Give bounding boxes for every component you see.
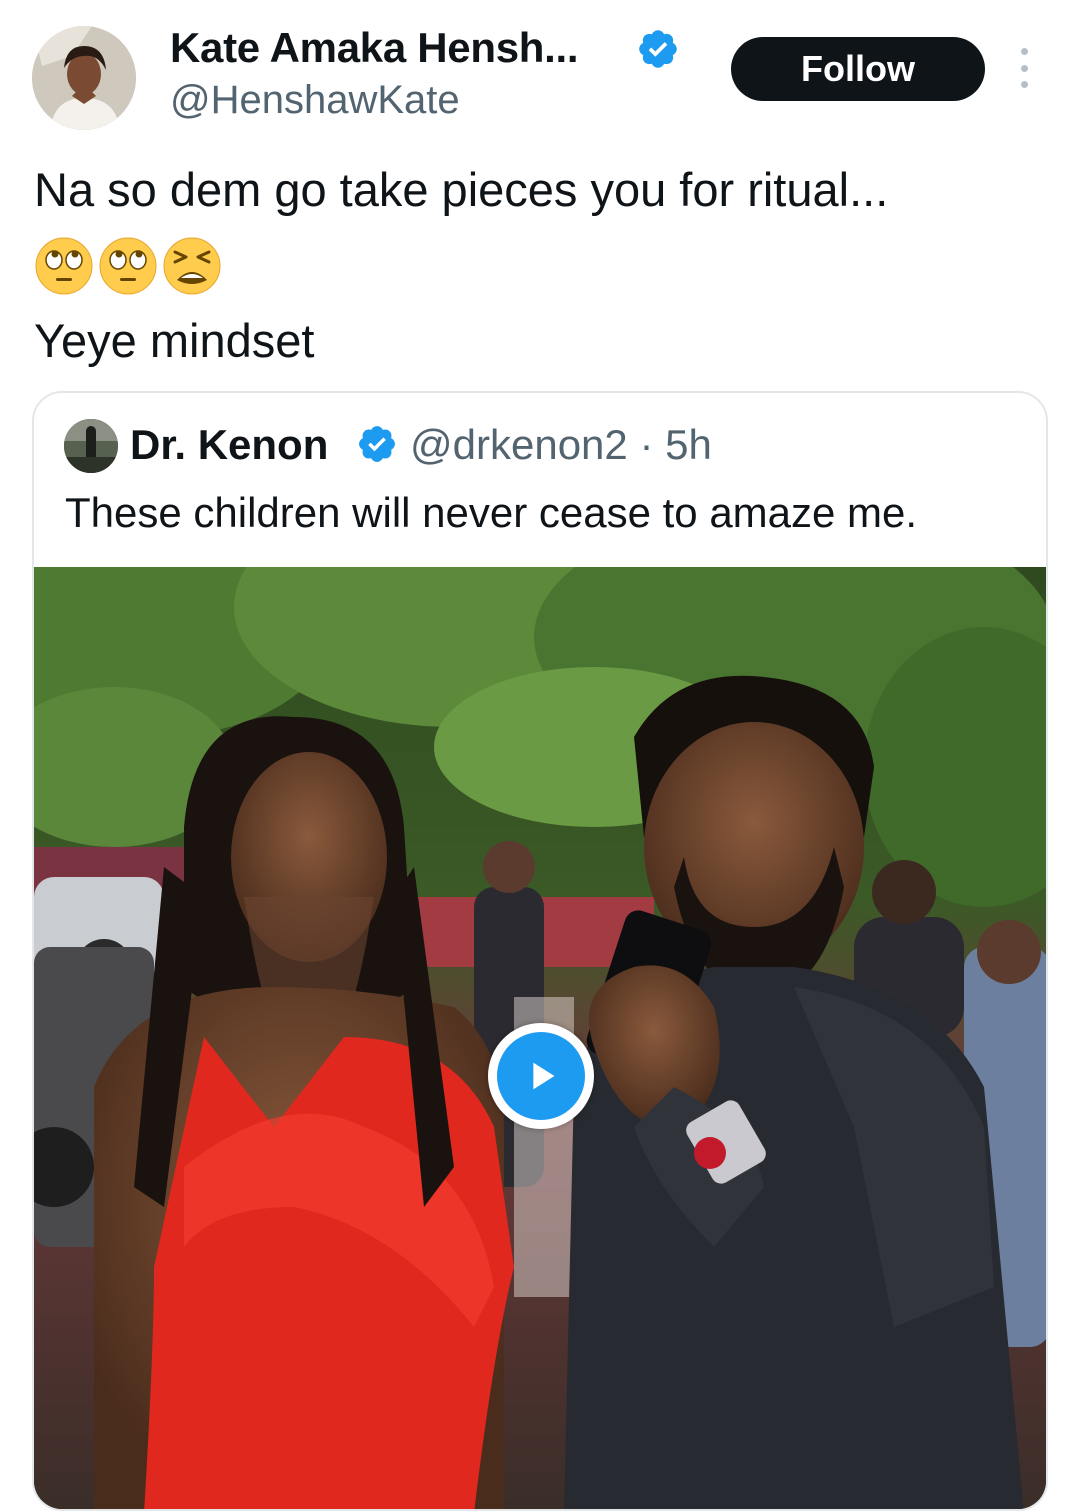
play-icon <box>497 1032 585 1120</box>
author-avatar[interactable] <box>32 26 136 130</box>
verified-badge-icon <box>359 426 395 462</box>
quoted-tweet-card[interactable]: Dr. Kenon @drkenon2 · 5h These children … <box>32 391 1048 1511</box>
verified-badge-icon <box>639 30 677 68</box>
author-name[interactable]: Kate Amaka Hensh... <box>170 24 579 72</box>
tweet-text-line-1: Na so dem go take pieces you for ritual.… <box>34 163 889 216</box>
quote-author-avatar[interactable] <box>64 419 118 473</box>
tired-face-icon <box>163 237 221 295</box>
face-with-rolling-eyes-icon <box>99 237 157 295</box>
emoji-row <box>34 236 222 296</box>
face-with-rolling-eyes-icon <box>35 237 93 295</box>
author-handle[interactable]: @HenshawKate <box>170 78 460 123</box>
tweet-text-line-2: Yeye mindset <box>34 314 315 367</box>
quote-text: These children will never cease to amaze… <box>65 489 918 536</box>
follow-button[interactable]: Follow <box>731 37 985 101</box>
more-options-icon[interactable] <box>1010 48 1038 88</box>
play-button[interactable] <box>488 1023 594 1129</box>
quote-author-name[interactable]: Dr. Kenon <box>130 421 328 469</box>
video-thumbnail[interactable] <box>34 567 1046 1509</box>
quote-author-handle-time[interactable]: @drkenon2 · 5h <box>410 421 712 469</box>
